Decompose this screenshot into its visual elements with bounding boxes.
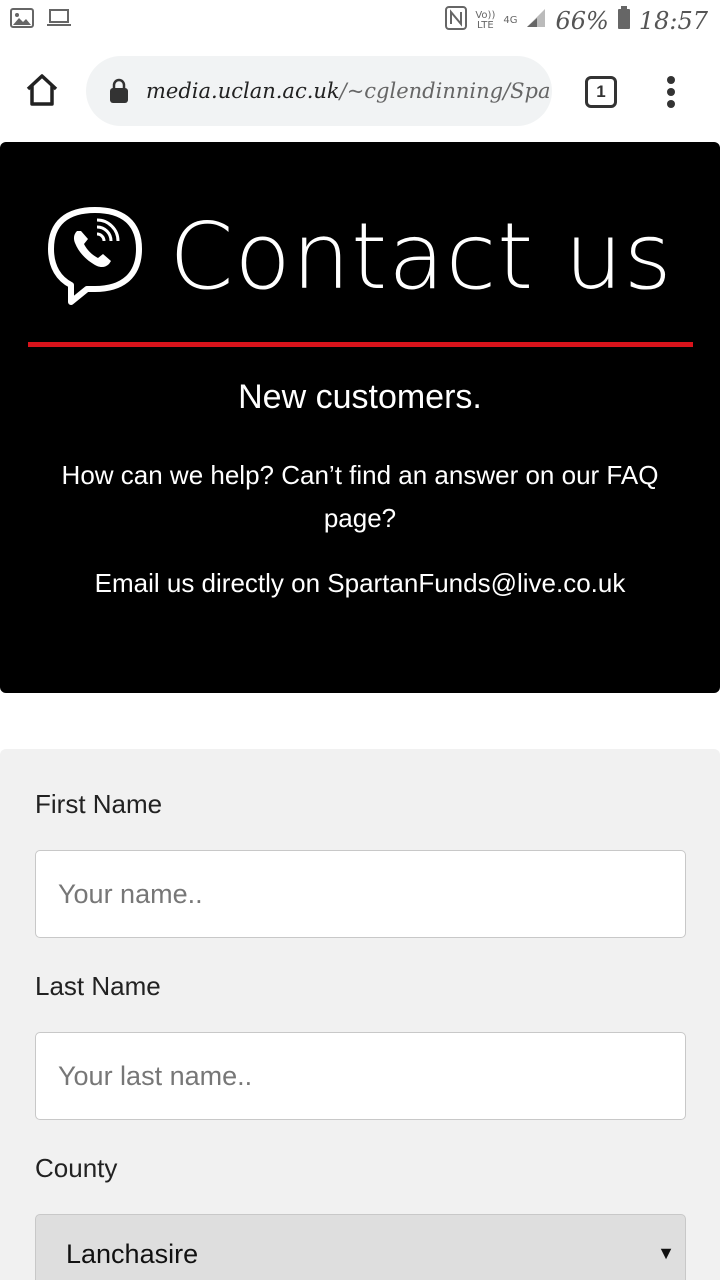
home-icon [24, 72, 60, 113]
address-bar[interactable]: media.uclan.ac.uk/~cglendinning/Spa [86, 56, 552, 126]
url-host: media.uclan.ac.uk [146, 79, 340, 103]
image-icon [10, 8, 34, 33]
signal-icon [525, 7, 547, 35]
hero-title-row: Contact us [0, 202, 720, 312]
battery-icon [617, 6, 631, 36]
more-vert-icon[interactable] [660, 72, 682, 112]
status-right: Vo)) LTE 4G 66% 18:57 [445, 6, 708, 36]
county-selected-value: Lanchasire [66, 1239, 199, 1269]
url-path: /~cglendinning/Spa [339, 79, 551, 103]
tab-count: 1 [596, 82, 606, 101]
laptop-icon [46, 8, 72, 33]
volte-indicator: Vo)) LTE [475, 10, 496, 31]
first-name-field[interactable] [35, 850, 686, 938]
hero-subtitle: New customers. [238, 378, 482, 416]
battery-level: 66% [555, 7, 609, 35]
county-select[interactable]: Lanchasire ▼ [35, 1214, 686, 1280]
phone-chat-icon [47, 205, 143, 310]
last-name-label: Last Name [35, 971, 161, 1001]
clock: 18:57 [638, 7, 708, 35]
hero-email-text: Email us directly on SpartanFunds@live.c… [94, 568, 626, 598]
contact-form: First Name Last Name County Lanchasire ▼ [0, 749, 720, 1280]
status-bar: Vo)) LTE 4G 66% 18:57 [0, 0, 720, 42]
page-title: Contact us [169, 203, 673, 310]
chevron-down-icon: ▼ [657, 1243, 675, 1263]
county-label: County [35, 1153, 118, 1183]
status-left [10, 8, 72, 33]
home-button[interactable] [22, 72, 62, 112]
url-text: media.uclan.ac.uk/~cglendinning/Spa [146, 79, 551, 103]
contact-hero: Contact us New customers. How can we hel… [0, 142, 720, 693]
network-type: 4G [503, 15, 518, 26]
hero-help-text: How can we help? Can’t find an answer on… [61, 460, 659, 533]
browser-toolbar: media.uclan.ac.uk/~cglendinning/Spa 1 [0, 42, 720, 142]
last-name-field[interactable] [35, 1032, 686, 1120]
tab-switcher-button[interactable]: 1 [585, 76, 617, 108]
lock-icon [108, 77, 130, 105]
nfc-icon [445, 6, 468, 36]
first-name-label: First Name [35, 789, 163, 819]
title-divider [28, 342, 693, 347]
